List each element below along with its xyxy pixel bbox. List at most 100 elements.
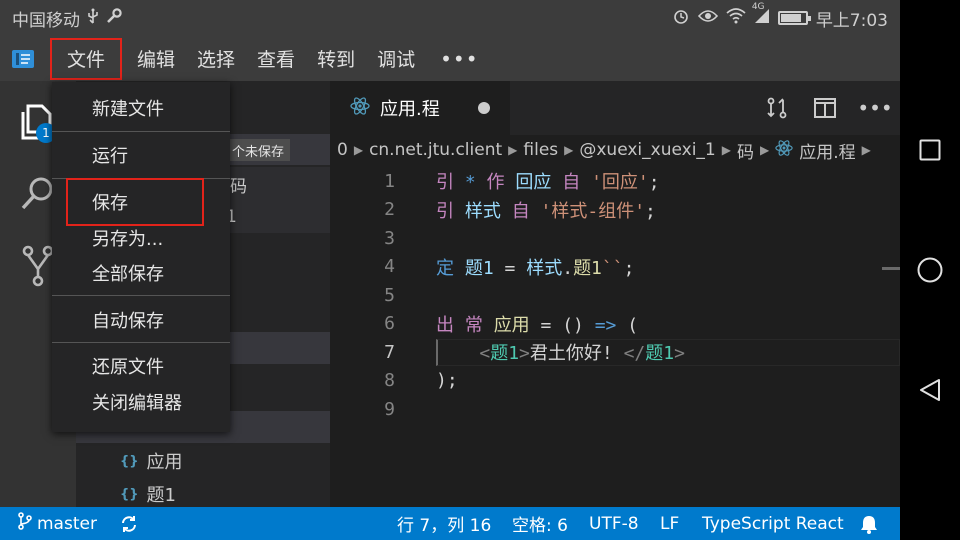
android-status-bar: 中国移动 4G 早上7:03 (0, 0, 900, 36)
recents-button-icon[interactable] (917, 137, 943, 163)
split-editor-icon[interactable] (810, 93, 840, 123)
code-token: 题1 (573, 257, 602, 279)
menu-file[interactable]: 文件 (50, 37, 123, 80)
menu-item-save-as[interactable]: 另存为... (52, 220, 230, 256)
code-token: 君土你好! (529, 343, 624, 365)
code-line[interactable]: 1 引 * 作 回应 自 '回应'; (330, 167, 900, 196)
code-token: 题1 (645, 343, 675, 365)
breadcrumb-item[interactable]: cn.net.jtu.client (369, 140, 502, 160)
line-number: 9 (384, 398, 395, 420)
unsaved-count-badge: 个未保存 (226, 139, 291, 161)
code-text: 定 题1 = 样式.题1``; (436, 254, 634, 280)
eye-icon (697, 9, 718, 27)
line-number: 1 (384, 170, 395, 192)
menu-go[interactable]: 转到 (306, 36, 366, 81)
code-token: ; (648, 172, 660, 194)
alarm-icon (672, 7, 690, 29)
code-token: `` (601, 257, 624, 279)
code-token: 定 (436, 257, 465, 279)
code-token: 题1 (464, 257, 505, 279)
menu-debug[interactable]: 调试 (366, 36, 426, 81)
code-token: '回应' (591, 172, 649, 194)
menu-item-auto-save[interactable]: 自动保存 (52, 302, 230, 338)
menu-item-close-editor[interactable]: 关闭编辑器 (52, 384, 230, 420)
home-button-icon[interactable] (917, 257, 943, 283)
code-token: ; (623, 257, 635, 279)
back-button-icon[interactable] (917, 377, 943, 403)
menu-item-save[interactable]: 保存 (66, 178, 204, 226)
android-nav-bar (900, 0, 960, 540)
sync-icon[interactable] (120, 515, 138, 533)
code-line[interactable]: 3 (330, 224, 900, 253)
cursor-position[interactable]: 行 7，列 16 (397, 511, 491, 536)
breadcrumb-item[interactable]: files (523, 140, 558, 160)
react-file-icon: {} (120, 486, 139, 502)
code-line[interactable]: 2 引 样式 自 '样式-组件'; (330, 196, 900, 225)
chevron-right-icon: ▶ (861, 143, 871, 157)
code-text: 引 样式 自 '样式-组件'; (436, 197, 656, 223)
editor-status-bar: master 行 7，列 16 空格: 6 UTF-8 LF TypeScrip… (0, 507, 900, 540)
open-changes-icon[interactable] (762, 93, 792, 123)
code-token: 引 (436, 200, 465, 222)
language-mode[interactable]: TypeScript React (702, 514, 844, 534)
encoding-setting[interactable]: UTF-8 (589, 514, 639, 534)
code-token: . (562, 257, 574, 279)
code-line[interactable]: 5 (330, 281, 900, 310)
branch-indicator[interactable]: master (18, 512, 97, 535)
signal-icon: 4G (752, 2, 770, 28)
breadcrumb-item[interactable]: 0 (337, 140, 348, 160)
code-token: => (594, 314, 617, 336)
code-line[interactable]: 7 <题1>君土你好! </题1> (330, 338, 900, 367)
breadcrumb-item[interactable]: @xuexi_xuexi_1 (579, 140, 715, 160)
editor-tab-active[interactable]: 应用.程 (330, 81, 510, 135)
menu-edit[interactable]: 编辑 (126, 36, 186, 81)
breadcrumb-item[interactable]: 应用.程 (799, 138, 855, 163)
react-icon (350, 96, 370, 121)
file-item-title[interactable]: {} 题1 (120, 480, 176, 508)
more-actions-icon[interactable]: ••• (857, 93, 892, 123)
line-number: 5 (384, 284, 395, 306)
tab-bar: 应用.程 ••• (330, 81, 900, 135)
code-token: 引 (436, 172, 465, 194)
file-item-app[interactable]: {} 应用 (120, 447, 183, 475)
file-label: 题1 (146, 485, 176, 506)
indentation-setting[interactable]: 空格: 6 (512, 511, 568, 536)
menu-bar: 文件 编辑 选择 查看 转到 调试 ••• (0, 36, 900, 81)
code-line[interactable]: 4 定 题1 = 样式.题1``; (330, 253, 900, 282)
menu-item-revert-file[interactable]: 还原文件 (52, 348, 230, 384)
menu-view[interactable]: 查看 (246, 36, 306, 81)
code-token: </ (623, 343, 646, 365)
code-token: > (519, 343, 530, 365)
code-token: ( (616, 314, 639, 336)
menu-divider (52, 342, 230, 343)
menu-more-button[interactable]: ••• (426, 47, 492, 71)
code-token: 作 (486, 172, 516, 194)
menu-item-run[interactable]: 运行 (52, 137, 230, 173)
line-number: 8 (384, 370, 395, 392)
scrollbar-marker[interactable] (882, 267, 900, 270)
code-line[interactable]: 6 出 常 应用 = () => ( (330, 310, 900, 339)
code-token: ; (645, 200, 656, 222)
code-text: 引 * 作 回应 自 '回应'; (436, 168, 660, 194)
unsaved-dot-icon[interactable] (478, 102, 490, 114)
app-logo-icon[interactable] (0, 36, 46, 81)
menu-item-new-file[interactable]: 新建文件 (52, 90, 230, 126)
code-editor[interactable]: 1 引 * 作 回应 自 '回应'; 2 引 样式 自 '样式-组件'; 3 4 定 题1 … (330, 167, 900, 424)
line-number: 4 (384, 256, 395, 278)
menu-selection[interactable]: 选择 (186, 36, 246, 81)
react-icon (775, 139, 793, 162)
breadcrumb-item[interactable]: 码 (737, 138, 754, 163)
menu-item-save-all[interactable]: 全部保存 (52, 255, 230, 291)
notifications-bell-icon[interactable] (860, 514, 878, 534)
code-token: '样式-组件' (540, 200, 646, 222)
code-token: 自 (511, 200, 541, 222)
react-file-icon: {} (120, 453, 139, 469)
code-line[interactable]: 8); (330, 367, 900, 396)
eol-setting[interactable]: LF (660, 514, 679, 534)
code-token: 常 (464, 314, 494, 336)
line-number: 7 (384, 341, 395, 363)
code-line[interactable]: 9 (330, 395, 900, 424)
code-token: 题1 (490, 343, 520, 365)
code-token: 回应 (515, 172, 563, 194)
